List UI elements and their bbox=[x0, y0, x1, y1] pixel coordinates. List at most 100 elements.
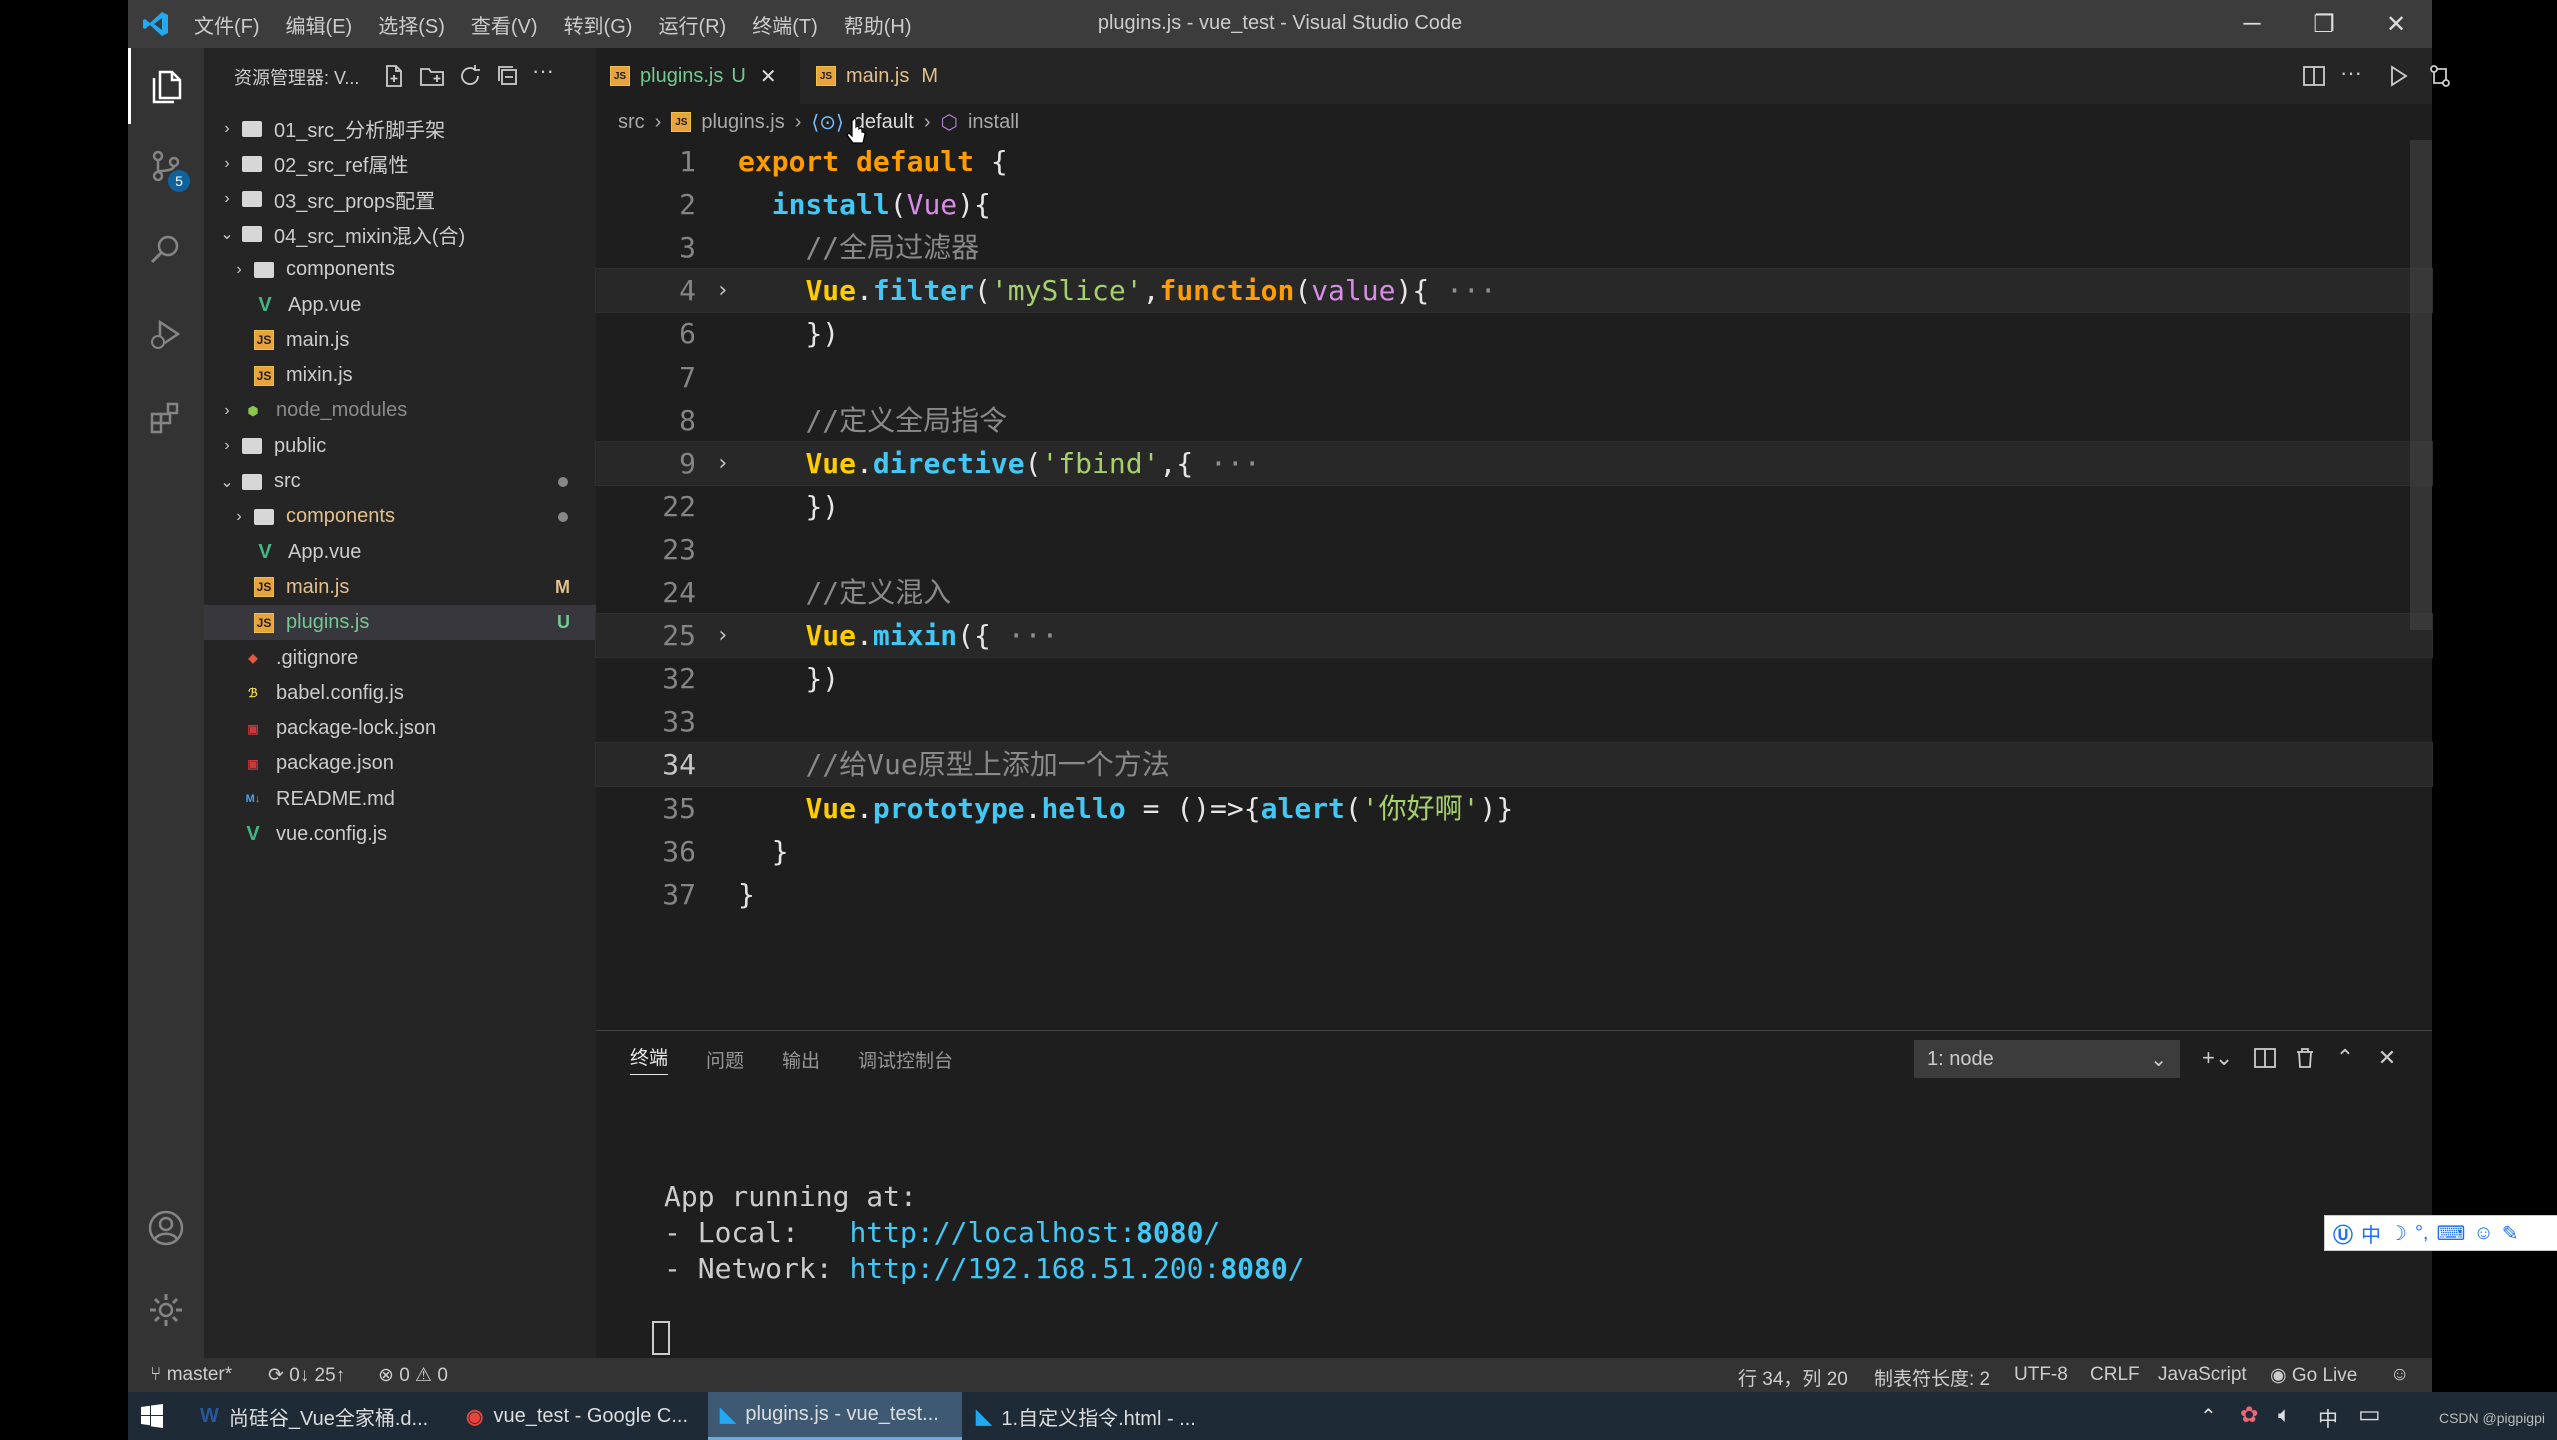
open-changes-icon[interactable] bbox=[2426, 62, 2454, 90]
close-tab-icon[interactable]: ✕ bbox=[760, 64, 777, 89]
ime-toolbar[interactable]: Ⓤ 中 ☽ °, ⌨ ☺ ✎ bbox=[2324, 1215, 2557, 1251]
tree-item[interactable]: › public bbox=[204, 429, 596, 464]
taskbar-app[interactable]: W 尚硅谷_Vue全家桶.d... bbox=[188, 1392, 446, 1440]
tree-item[interactable]: ⌄ src bbox=[204, 464, 596, 499]
tree-item[interactable]: Vvue.config.js bbox=[204, 817, 596, 852]
tree-item[interactable]: › components bbox=[204, 499, 596, 534]
editor-more-icon[interactable]: ··· bbox=[2340, 60, 2362, 86]
taskbar-app[interactable]: ◣ 1.自定义指令.html - ... bbox=[964, 1392, 1214, 1440]
code-line[interactable]: 7 bbox=[596, 356, 2432, 399]
close-window-button[interactable]: ✕ bbox=[2360, 0, 2432, 48]
code-line[interactable]: 23 bbox=[596, 528, 2432, 571]
extensions-activity[interactable] bbox=[128, 380, 204, 456]
tree-item[interactable]: ◆ .gitignore bbox=[204, 641, 596, 676]
tree-item[interactable]: M↓ README.md bbox=[204, 782, 596, 817]
code-line[interactable]: 3 //全局过滤器 bbox=[596, 226, 2432, 269]
start-button[interactable] bbox=[128, 1392, 188, 1440]
tree-item[interactable]: V App.vue bbox=[204, 535, 596, 570]
code-line[interactable]: 34 //给Vue原型上添加一个方法 bbox=[595, 742, 2433, 788]
refresh-icon[interactable] bbox=[456, 62, 484, 90]
tab-output[interactable]: 输出 bbox=[782, 1046, 820, 1073]
code-line[interactable]: 25 › Vue.mixin({ ··· bbox=[595, 613, 2433, 659]
ime-mode[interactable]: 中 bbox=[2361, 1219, 2381, 1248]
breadcrumb-file[interactable]: plugins.js bbox=[701, 111, 784, 134]
code-line[interactable]: 36 } bbox=[596, 830, 2432, 873]
tab-debug-console[interactable]: 调试控制台 bbox=[858, 1046, 953, 1073]
menu-item[interactable]: 编辑(E) bbox=[286, 10, 353, 39]
code-line[interactable]: 37} bbox=[596, 873, 2432, 916]
search-activity[interactable] bbox=[128, 212, 204, 288]
menu-item[interactable]: 选择(S) bbox=[378, 10, 445, 39]
network-url[interactable]: http://192.168.51.200: bbox=[849, 1252, 1220, 1285]
run-icon[interactable] bbox=[2384, 62, 2412, 90]
code-line[interactable]: 33 bbox=[596, 700, 2432, 743]
tree-item[interactable]: ℬbabel.config.js bbox=[204, 676, 596, 711]
new-terminal-icon[interactable]: +⌄ bbox=[2202, 1045, 2233, 1071]
tree-item[interactable]: › components bbox=[204, 252, 596, 287]
trash-icon[interactable] bbox=[2292, 1045, 2318, 1071]
menu-item[interactable]: 帮助(H) bbox=[844, 10, 912, 39]
code-line[interactable]: 1 export default { bbox=[596, 140, 2432, 183]
explorer-activity[interactable] bbox=[128, 48, 204, 124]
fold-chevron-icon[interactable]: › bbox=[716, 442, 729, 485]
tree-item[interactable]: ⌄ 04_src_mixin混入(合) bbox=[204, 217, 596, 252]
tray-ime[interactable]: 中 bbox=[2318, 1403, 2338, 1432]
encoding[interactable]: UTF-8 bbox=[2014, 1364, 2068, 1386]
menu-item[interactable]: 转到(G) bbox=[564, 10, 633, 39]
terminal-select[interactable]: 1: node ⌄ bbox=[1914, 1040, 2180, 1078]
local-url[interactable]: http://localhost: bbox=[849, 1216, 1136, 1249]
manage-activity[interactable] bbox=[128, 1272, 204, 1348]
breadcrumb-install[interactable]: install bbox=[968, 111, 1019, 134]
code-line[interactable]: 8 //定义全局指令 bbox=[596, 399, 2432, 442]
code-line[interactable]: 22 }) bbox=[596, 485, 2432, 528]
go-live[interactable]: ◉ Go Live bbox=[2270, 1364, 2357, 1387]
code-line[interactable]: 35 Vue.prototype.hello = ()=>{alert('你好啊… bbox=[596, 787, 2432, 830]
tab-main-js[interactable]: JS main.js M bbox=[802, 48, 952, 104]
menu-item[interactable]: 文件(F) bbox=[194, 10, 260, 39]
restore-button[interactable]: ❐ bbox=[2288, 0, 2360, 48]
code-line[interactable]: 32 }) bbox=[596, 657, 2432, 700]
tree-item[interactable]: ▣ package.json bbox=[204, 746, 596, 781]
more-actions-icon[interactable]: ··· bbox=[532, 58, 560, 86]
cursor-position[interactable]: 行 34，列 20 bbox=[1738, 1364, 1848, 1391]
feedback-icon[interactable]: ☺ bbox=[2390, 1364, 2409, 1386]
notification-icon[interactable]: ▭ bbox=[2358, 1400, 2381, 1429]
line-ending[interactable]: CRLF bbox=[2090, 1364, 2140, 1386]
tray-app-icon[interactable]: ✿ bbox=[2240, 1402, 2258, 1428]
taskbar-app[interactable]: ◉ vue_test - Google C... bbox=[454, 1392, 704, 1440]
tab-plugins-js[interactable]: JS plugins.js U ✕ bbox=[596, 48, 800, 104]
tab-terminal[interactable]: 终端 bbox=[630, 1043, 669, 1075]
tree-item[interactable]: › 02_src_ref属性 bbox=[204, 146, 596, 181]
menu-item[interactable]: 运行(R) bbox=[658, 10, 726, 39]
tree-item[interactable]: JS plugins.js U bbox=[204, 605, 596, 641]
tree-item[interactable]: › ⬢ node_modules bbox=[204, 393, 596, 428]
accounts-activity[interactable] bbox=[128, 1190, 204, 1266]
editor-scrollbar[interactable] bbox=[2410, 140, 2432, 630]
code-line[interactable]: 6 }) bbox=[596, 312, 2432, 355]
collapse-all-icon[interactable] bbox=[494, 62, 522, 90]
source-control-activity[interactable]: 5 bbox=[128, 128, 204, 204]
code-line[interactable]: 9 › Vue.directive('fbind',{ ··· bbox=[595, 440, 2433, 486]
breadcrumb-src[interactable]: src bbox=[618, 111, 645, 134]
taskbar-app[interactable]: ◣ plugins.js - vue_test... bbox=[708, 1392, 962, 1440]
tree-item[interactable]: › 01_src_分析脚手架 bbox=[204, 111, 596, 146]
split-editor-icon[interactable] bbox=[2300, 62, 2328, 90]
split-terminal-icon[interactable] bbox=[2252, 1045, 2278, 1071]
terminal-output[interactable]: App running at: - Local: http://localhos… bbox=[664, 1179, 1305, 1287]
tree-item[interactable]: JS main.js bbox=[204, 323, 596, 358]
fold-chevron-icon[interactable]: › bbox=[716, 269, 729, 312]
tab-problems[interactable]: 问题 bbox=[706, 1046, 744, 1073]
problems-status[interactable]: ⊗ 0 ⚠ 0 bbox=[378, 1364, 448, 1387]
sync-status[interactable]: ⟳ 0↓ 25↑ bbox=[268, 1364, 345, 1387]
branch-status[interactable]: ⑂ master* bbox=[150, 1364, 232, 1386]
tree-item[interactable]: › 03_src_props配置 bbox=[204, 182, 596, 217]
menu-item[interactable]: 查看(V) bbox=[471, 10, 538, 39]
new-file-icon[interactable] bbox=[380, 62, 408, 90]
maximize-panel-icon[interactable]: ⌃ bbox=[2332, 1045, 2358, 1071]
tree-item[interactable]: JS mixin.js bbox=[204, 358, 596, 393]
code-editor[interactable]: 1 export default {2 install(Vue){3 //全局过滤… bbox=[595, 140, 2433, 1030]
close-panel-icon[interactable]: ✕ bbox=[2374, 1045, 2400, 1071]
tree-item[interactable]: JS main.js M bbox=[204, 570, 596, 605]
code-line[interactable]: 24 //定义混入 bbox=[596, 571, 2432, 614]
tree-item[interactable]: ▣ package-lock.json bbox=[204, 711, 596, 746]
